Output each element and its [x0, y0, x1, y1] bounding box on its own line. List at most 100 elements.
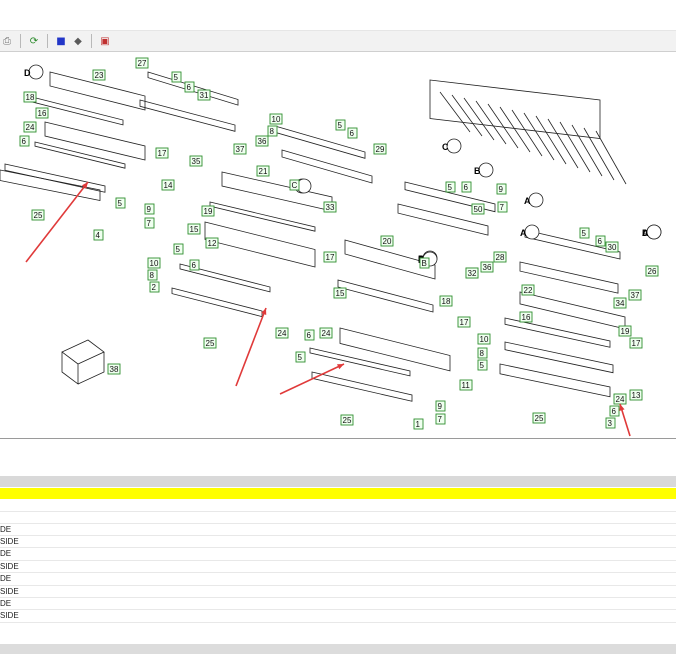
callout-number: 17	[460, 318, 469, 327]
selected-parts-row[interactable]	[0, 488, 676, 499]
callout-number: 31	[200, 91, 209, 100]
view-marker	[646, 224, 662, 240]
callout-number: 6	[598, 237, 603, 246]
callout-number: 23	[95, 71, 104, 80]
table-row[interactable]	[0, 500, 676, 512]
diagram-part-outline	[34, 141, 126, 169]
callout-number: 5	[582, 229, 587, 238]
diagram-part-outline	[61, 339, 105, 385]
exploded-parts-diagram[interactable]: DCBACBADCBA 2327563118162461714255974353…	[0, 52, 676, 439]
callout-number: 34	[616, 299, 625, 308]
callout-number: 5	[174, 73, 179, 82]
callout-number: 37	[631, 291, 640, 300]
callout-number: 18	[26, 93, 35, 102]
table-row[interactable]: DE	[0, 598, 676, 611]
toolbar-separator	[91, 34, 92, 48]
refresh-icon[interactable]: ⟳	[27, 34, 41, 48]
callout-number: 25	[535, 414, 544, 423]
diagram-part-outline	[311, 371, 413, 402]
callout-number: 37	[236, 145, 245, 154]
callout-number: 7	[438, 415, 443, 424]
diagram-part-outline	[519, 261, 619, 294]
callout-number: 38	[110, 365, 119, 374]
diagram-part-outline	[221, 171, 333, 212]
table-row[interactable]: SIDE	[0, 561, 676, 574]
table-row[interactable]: SIDE	[0, 610, 676, 623]
callout-number: 25	[343, 416, 352, 425]
table-row[interactable]	[0, 512, 676, 524]
callout-number: 35	[192, 157, 201, 166]
view-label: B	[474, 166, 481, 176]
callout-number: 5	[448, 183, 453, 192]
callout-number: 24	[322, 329, 331, 338]
callout-number: 24	[278, 329, 287, 338]
callout-number: 25	[34, 211, 43, 220]
diagram-part-outline	[44, 121, 146, 161]
callout-number: 15	[190, 225, 199, 234]
callout-number: 19	[621, 327, 630, 336]
callout-number: 7	[500, 203, 505, 212]
callout-number: 3	[608, 419, 613, 428]
eraser-icon[interactable]: ◆	[71, 34, 85, 48]
callout-number: 13	[632, 391, 641, 400]
callout-number: 30	[608, 243, 617, 252]
view-marker	[28, 64, 44, 80]
diagram-detail-line	[511, 109, 543, 157]
table-row[interactable]: DE	[0, 573, 676, 586]
callout-number: 22	[524, 286, 533, 295]
row-text: DE	[0, 525, 12, 534]
callout-number: 6	[192, 261, 197, 270]
callout-number: 18	[442, 297, 451, 306]
view-label: D	[24, 68, 31, 78]
row-text: SIDE	[0, 586, 19, 596]
view-label: A	[642, 228, 649, 238]
diagram-canvas[interactable]: DCBACBADCBA 2327563118162461714255974353…	[0, 52, 676, 438]
callout-number: 20	[383, 237, 392, 246]
row-text: DE	[0, 574, 12, 584]
callout-number: 10	[480, 335, 489, 344]
callout-number: 36	[483, 263, 492, 272]
callout-number: 9	[147, 205, 152, 214]
annotation-arrow	[279, 363, 345, 395]
callout-number: 6	[307, 331, 312, 340]
callout-number: 17	[326, 253, 335, 262]
callout-number: 6	[612, 407, 617, 416]
zoom-box-icon[interactable]: ■	[54, 34, 68, 48]
callout-number: 25	[206, 339, 215, 348]
callout-number: B	[422, 259, 427, 268]
callout-number: 19	[204, 207, 213, 216]
annotation-arrow-head	[619, 404, 625, 411]
callout-number: 9	[499, 185, 504, 194]
callout-number: 8	[150, 271, 155, 280]
callout-number: 36	[258, 137, 267, 146]
table-row[interactable]: SIDE	[0, 536, 676, 549]
print-icon[interactable]: ⎙	[0, 34, 14, 48]
annotation-arrow	[235, 307, 267, 387]
row-text: SIDE	[0, 537, 19, 546]
callout-number: 5	[338, 121, 343, 130]
callout-number: 15	[336, 289, 345, 298]
callout-number: 10	[150, 259, 159, 268]
callout-number: 6	[350, 129, 355, 138]
callout-number: 24	[26, 123, 35, 132]
callout-number: 26	[648, 267, 657, 276]
callout-number: 32	[468, 269, 477, 278]
callout-number: 8	[480, 349, 485, 358]
callout-number: 16	[38, 109, 47, 118]
parts-list-icon[interactable]: ▣	[98, 34, 112, 48]
table-row[interactable]: DE	[0, 524, 676, 536]
callout-number: 6	[22, 137, 27, 146]
callout-number: 11	[462, 381, 471, 390]
view-label: A	[520, 228, 527, 238]
diagram-detail-line	[439, 91, 471, 133]
diagram-part-outline	[339, 327, 451, 372]
callout-number: 14	[164, 181, 173, 190]
diagram-part-outline	[171, 287, 263, 318]
table-row[interactable]: DE	[0, 548, 676, 561]
callout-number: 1	[416, 420, 421, 429]
callout-number: 5	[298, 353, 303, 362]
table-row[interactable]: SIDE	[0, 586, 676, 598]
parts-list-header	[0, 476, 676, 487]
view-marker	[478, 162, 494, 178]
callout-number: 5	[176, 245, 181, 254]
